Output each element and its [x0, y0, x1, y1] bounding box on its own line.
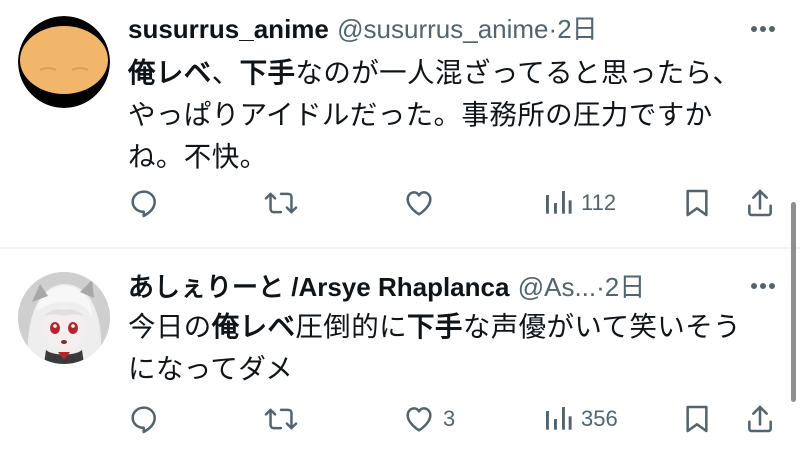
bookmark-button[interactable] [682, 183, 712, 223]
tweet-text: 今日の俺レベ圧倒的に下手な声優がいて笑いそう になってダメ [128, 306, 778, 390]
highlight-text: 下手 [239, 57, 296, 89]
views-icon [546, 191, 572, 214]
retweet-icon [264, 408, 298, 430]
like-count: 3 [443, 406, 456, 431]
avatar[interactable] [18, 272, 110, 364]
reply-icon [131, 190, 156, 218]
highlight-text: 俺レベ [128, 57, 212, 89]
reply-button[interactable] [128, 399, 168, 439]
user-handle[interactable]: @As... [518, 272, 596, 302]
share-button[interactable] [744, 399, 776, 439]
views-icon [546, 407, 572, 430]
text-segment: 圧倒的に [295, 311, 408, 343]
anime-girl-avatar [18, 272, 110, 364]
text-segment: 今日の [128, 311, 212, 343]
display-name[interactable]: susurrus_anime [128, 14, 329, 44]
like-button[interactable] [403, 183, 443, 223]
separator-dot: · [596, 272, 605, 302]
tweet-text-line: 俺レベ、下手なのが一人混ざってると思ったら、 [128, 52, 778, 94]
avatar[interactable] [18, 16, 110, 108]
tweet-text-line: になってダメ [128, 353, 294, 385]
timestamp[interactable]: 2日 [605, 272, 645, 302]
reply-icon [131, 406, 156, 434]
tweet-text: 俺レベ、下手なのが一人混ざってると思ったら、 やっぱりアイドルだった。事務所の圧… [128, 52, 778, 178]
views-count: 356 [581, 406, 618, 431]
heart-icon [406, 191, 432, 216]
timestamp[interactable]: 2日 [557, 14, 597, 44]
scrollbar[interactable] [791, 202, 796, 402]
orange-face-avatar [18, 16, 110, 108]
text-segment: なのが一人混ざってると思ったら、 [295, 57, 741, 89]
tweet-header: あしぇりーと /Arsye Rhaplanca @As...·2日 [128, 270, 645, 304]
reply-button[interactable] [128, 183, 168, 223]
tweet-text-line: 今日の俺レベ圧倒的に下手な声優がいて笑いそう [128, 306, 778, 348]
tweet[interactable]: あしぇりーと /Arsye Rhaplanca @As...·2日 今日の俺レベ… [0, 249, 800, 457]
views-button[interactable]: 356 [543, 399, 618, 439]
views-count: 112 [581, 190, 617, 215]
bookmark-icon [686, 405, 708, 433]
tweet-header: susurrus_anime @susurrus_anime·2日 [128, 12, 598, 46]
retweet-button[interactable] [264, 399, 306, 439]
separator-dot: · [548, 14, 558, 44]
more-icon[interactable] [748, 271, 778, 301]
views-button[interactable]: 112 [543, 183, 616, 223]
retweet-icon [264, 192, 298, 214]
heart-icon [406, 407, 432, 432]
text-segment: 、 [211, 57, 240, 89]
display-name[interactable]: あしぇりーと /Arsye Rhaplanca [128, 272, 509, 302]
retweet-button[interactable] [264, 183, 306, 223]
bookmark-button[interactable] [682, 399, 712, 439]
highlight-text: 下手 [407, 311, 463, 343]
text-segment: な声優がいて笑いそう [462, 311, 742, 343]
bookmark-icon [686, 189, 708, 217]
highlight-text: 俺レベ [211, 311, 296, 343]
share-icon [748, 189, 772, 217]
like-button[interactable]: 3 [403, 399, 455, 439]
tweet-text-line: ね。不快。 [128, 141, 268, 173]
action-bar: 3 356 [0, 399, 800, 439]
tweet[interactable]: susurrus_anime @susurrus_anime·2日 俺レベ、下手… [0, 0, 800, 247]
share-button[interactable] [744, 183, 776, 223]
share-icon [748, 405, 772, 433]
action-bar: 112 [0, 183, 800, 223]
user-handle[interactable]: @susurrus_anime [337, 14, 548, 44]
tweet-text-line: やっぱりアイドルだった。事務所の圧力ですか [128, 99, 713, 131]
more-icon[interactable] [748, 14, 778, 44]
